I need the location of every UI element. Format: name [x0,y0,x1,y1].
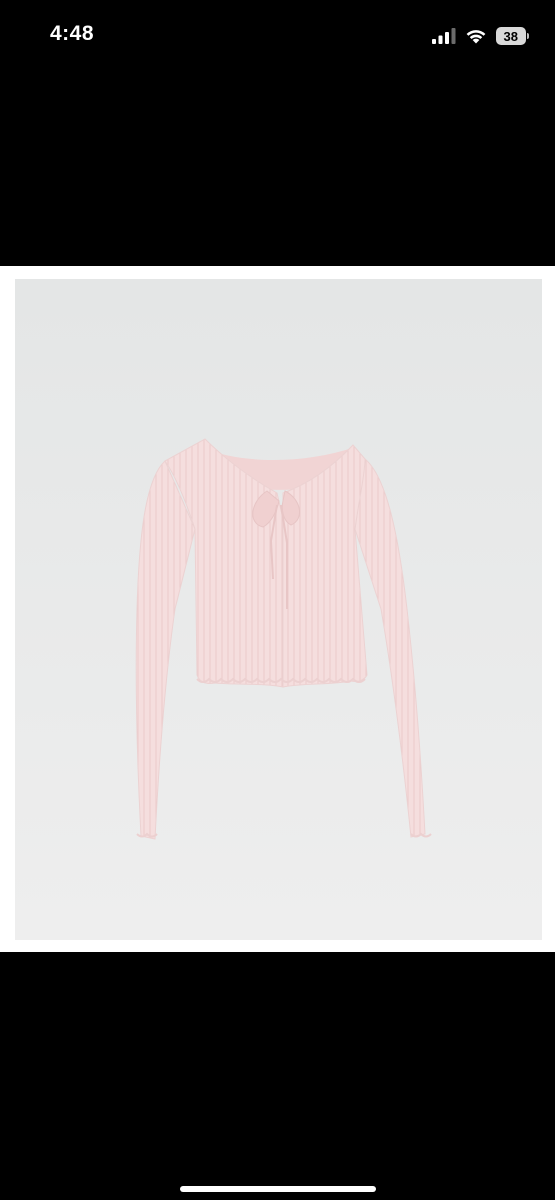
product-photo[interactable] [15,279,542,940]
cellular-signal-icon [432,28,456,44]
status-icons: 38 [432,24,529,48]
home-indicator[interactable] [180,1186,376,1192]
status-bar: 4:48 38 [0,0,555,72]
status-time: 4:48 [50,22,95,45]
battery-icon: 38 [496,26,529,46]
wifi-icon [466,30,486,44]
battery-level: 38 [496,27,526,45]
photo-frame [0,266,555,952]
